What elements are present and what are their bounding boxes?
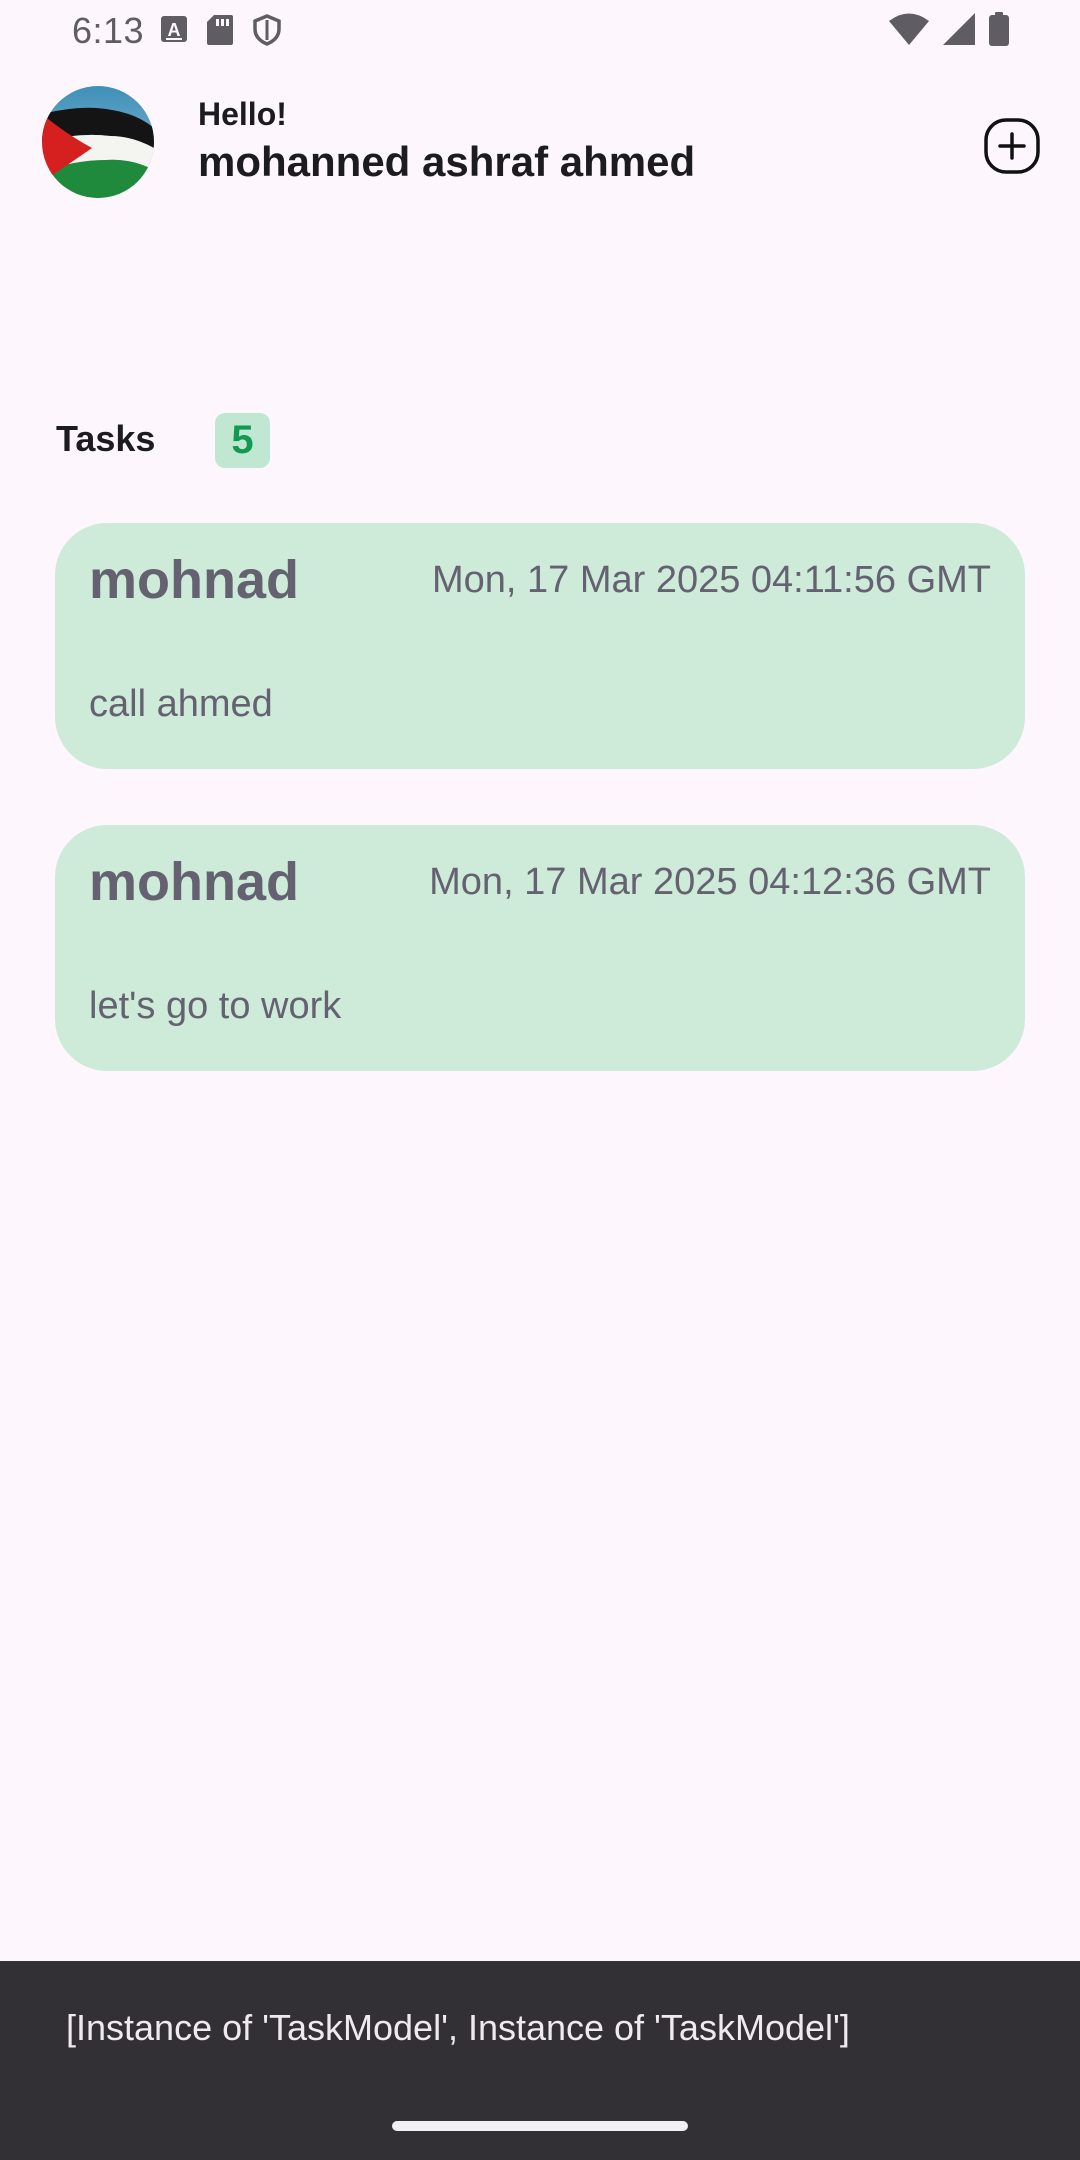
- task-card[interactable]: mohnad Mon, 17 Mar 2025 04:11:56 GMT cal…: [55, 523, 1025, 769]
- task-title: mohnad: [89, 550, 299, 610]
- add-circle-icon: [984, 118, 1040, 174]
- status-system-icons: [888, 12, 1010, 51]
- sd-card-icon: [206, 14, 234, 51]
- screen: 6:13 A Hello! mohanned ashraf ahmed Task…: [0, 0, 1080, 2160]
- avatar[interactable]: [42, 86, 154, 198]
- snackbar-message: [Instance of 'TaskModel', Instance of 'T…: [66, 2007, 850, 2048]
- status-bar: 6:13 A: [0, 0, 1080, 66]
- status-time: 6:13: [72, 10, 145, 51]
- status-notification-icons: A: [160, 14, 282, 51]
- task-title: mohnad: [89, 852, 299, 912]
- battery-icon: [988, 12, 1010, 51]
- task-description: let's go to work: [89, 985, 342, 1027]
- a-keyboard-icon: A: [160, 14, 188, 51]
- user-name: mohanned ashraf ahmed: [198, 138, 696, 185]
- home-gesture-bar[interactable]: [392, 2121, 688, 2131]
- task-description: call ahmed: [89, 683, 273, 725]
- task-card[interactable]: mohnad Mon, 17 Mar 2025 04:12:36 GMT let…: [55, 825, 1025, 1071]
- palestine-flag-avatar: [42, 86, 154, 198]
- shield-icon: [252, 14, 282, 51]
- tasks-count-badge: 5: [215, 413, 270, 468]
- tasks-heading: Tasks: [56, 418, 156, 459]
- cell-signal-icon: [942, 12, 976, 51]
- add-task-button[interactable]: [982, 116, 1042, 176]
- wifi-icon: [888, 12, 930, 51]
- svg-text:A: A: [168, 20, 181, 40]
- greeting-text: Hello!: [198, 96, 287, 132]
- task-date: Mon, 17 Mar 2025 04:12:36 GMT: [429, 861, 991, 903]
- task-date: Mon, 17 Mar 2025 04:11:56 GMT: [431, 559, 991, 601]
